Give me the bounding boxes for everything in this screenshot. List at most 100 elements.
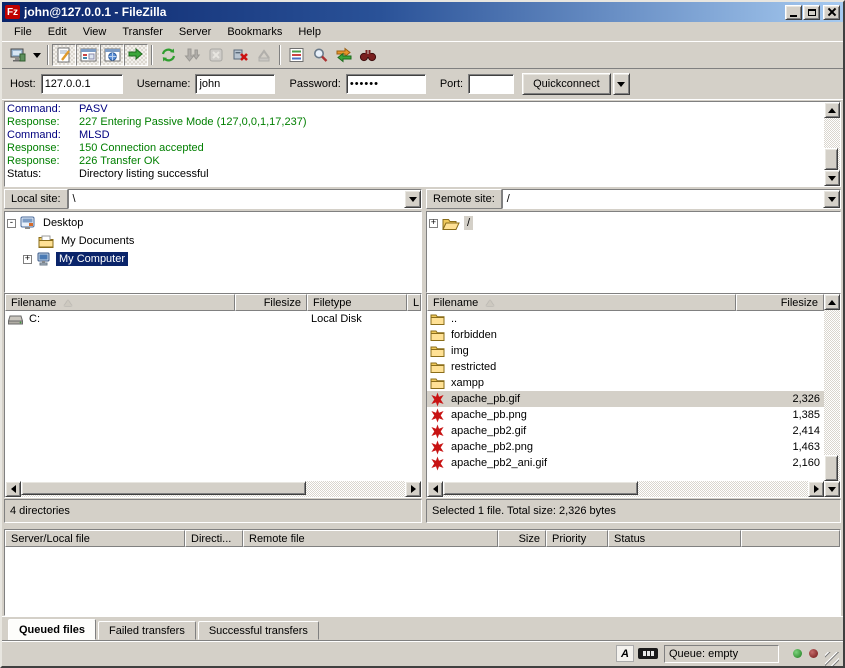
close-button[interactable]	[823, 5, 840, 20]
tab-failed-transfers[interactable]: Failed transfers	[98, 621, 196, 640]
password-input[interactable]	[346, 74, 426, 94]
site-manager-dropdown-button[interactable]	[30, 44, 44, 66]
menu-transfer[interactable]: Transfer	[114, 24, 171, 40]
queue-rows[interactable]	[5, 547, 840, 615]
folder-icon	[429, 377, 445, 389]
column-header-filetype[interactable]: Filetype	[307, 294, 407, 311]
file-row-selected[interactable]: apache_pb.gif 2,326	[427, 391, 824, 407]
speed-limit-indicator-icon[interactable]	[638, 648, 658, 659]
remote-vertical-scrollbar[interactable]	[824, 294, 840, 497]
titlebar[interactable]: Fz john@127.0.0.1 - FileZilla	[2, 2, 843, 22]
scroll-left-button[interactable]	[427, 481, 443, 497]
minimize-button[interactable]	[785, 5, 802, 20]
scroll-thumb[interactable]	[824, 455, 838, 481]
expand-icon[interactable]: +	[23, 255, 32, 264]
synchronized-browsing-button[interactable]	[332, 44, 356, 66]
scroll-thumb[interactable]	[443, 481, 638, 495]
menu-edit[interactable]: Edit	[40, 24, 75, 40]
scroll-thumb[interactable]	[824, 148, 838, 170]
remote-site-combo[interactable]: /	[502, 189, 841, 209]
file-row[interactable]: xampp	[427, 375, 824, 391]
remote-site-dropdown-button[interactable]	[823, 190, 840, 208]
quickconnect-dropdown-button[interactable]	[613, 73, 630, 95]
toggle-local-tree-button[interactable]	[76, 44, 100, 66]
maximize-button[interactable]	[803, 5, 820, 20]
port-input[interactable]	[468, 74, 514, 94]
local-tree[interactable]: - Desktop My Documents +	[4, 211, 422, 293]
file-name: xampp	[447, 377, 736, 389]
file-size: 2,326	[736, 393, 824, 405]
local-horizontal-scrollbar[interactable]	[5, 481, 421, 497]
file-row[interactable]: img	[427, 343, 824, 359]
expand-icon[interactable]: +	[429, 219, 438, 228]
menu-file[interactable]: File	[6, 24, 40, 40]
quickconnect-button[interactable]: Quickconnect	[522, 73, 611, 95]
cancel-icon	[208, 47, 224, 63]
directory-listing-filters-button[interactable]	[284, 44, 308, 66]
disconnect-button[interactable]	[228, 44, 252, 66]
file-row[interactable]: restricted	[427, 359, 824, 375]
file-search-button[interactable]	[308, 44, 332, 66]
column-header-remote-file[interactable]: Remote file	[243, 530, 498, 547]
menu-view[interactable]: View	[75, 24, 115, 40]
message-log-lines[interactable]: Command:PASV Response:227 Entering Passi…	[5, 102, 824, 186]
scroll-down-button[interactable]	[824, 481, 840, 497]
username-input[interactable]	[195, 74, 275, 94]
file-row[interactable]: apache_pb2_ani.gif 2,160	[427, 455, 824, 471]
scroll-right-button[interactable]	[808, 481, 824, 497]
scroll-thumb[interactable]	[21, 481, 306, 495]
file-row-c-drive[interactable]: C: Local Disk	[5, 311, 421, 327]
tab-successful-transfers[interactable]: Successful transfers	[198, 621, 319, 640]
host-input[interactable]	[41, 74, 123, 94]
remote-tree[interactable]: + /	[426, 211, 841, 293]
process-queue-button[interactable]	[180, 44, 204, 66]
column-header-status[interactable]: Status	[608, 530, 741, 547]
scroll-up-button[interactable]	[824, 294, 840, 310]
column-header-server-local-file[interactable]: Server/Local file	[5, 530, 185, 547]
tree-item-my-documents[interactable]: My Documents	[7, 232, 419, 250]
reconnect-button[interactable]	[252, 44, 276, 66]
local-site-dropdown-button[interactable]	[404, 190, 421, 208]
remote-file-rows[interactable]: .. forbidden img	[427, 311, 824, 481]
menu-server[interactable]: Server	[171, 24, 219, 40]
column-header-size[interactable]: Size	[498, 530, 546, 547]
toggle-remote-tree-button[interactable]	[100, 44, 124, 66]
menu-help[interactable]: Help	[290, 24, 329, 40]
tree-item-desktop[interactable]: - Desktop	[7, 214, 419, 232]
column-header-filesize[interactable]: Filesize	[736, 294, 824, 311]
scroll-left-button[interactable]	[5, 481, 21, 497]
cancel-operation-button[interactable]	[204, 44, 228, 66]
toggle-transfer-queue-button[interactable]	[124, 44, 148, 66]
scroll-right-button[interactable]	[405, 481, 421, 497]
column-header-empty[interactable]	[741, 530, 840, 547]
scroll-down-button[interactable]	[824, 170, 840, 186]
site-manager-button[interactable]	[6, 44, 30, 66]
file-row[interactable]: apache_pb2.png 1,463	[427, 439, 824, 455]
local-file-rows[interactable]: C: Local Disk	[5, 311, 421, 481]
tree-item-root[interactable]: + /	[429, 214, 838, 232]
file-row[interactable]: ..	[427, 311, 824, 327]
local-site-combo[interactable]: \	[68, 189, 422, 209]
file-row[interactable]: forbidden	[427, 327, 824, 343]
tree-item-my-computer[interactable]: + My Computer	[7, 250, 419, 268]
file-row[interactable]: apache_pb2.gif 2,414	[427, 423, 824, 439]
column-header-direction[interactable]: Directi...	[185, 530, 243, 547]
scroll-up-button[interactable]	[824, 102, 840, 118]
column-header-filename[interactable]: Filename	[427, 294, 736, 311]
column-header-filename[interactable]: Filename	[5, 294, 235, 311]
collapse-icon[interactable]: -	[7, 219, 16, 228]
data-type-indicator-icon[interactable]: A	[616, 645, 634, 662]
resize-grip[interactable]	[825, 652, 839, 666]
message-log: Command:PASV Response:227 Entering Passi…	[4, 101, 841, 187]
refresh-button[interactable]	[156, 44, 180, 66]
remote-horizontal-scrollbar[interactable]	[427, 481, 824, 497]
column-header-priority[interactable]: Priority	[546, 530, 608, 547]
file-row[interactable]: apache_pb.png 1,385	[427, 407, 824, 423]
tab-queued-files[interactable]: Queued files	[8, 619, 96, 640]
directory-comparison-button[interactable]	[356, 44, 380, 66]
log-vertical-scrollbar[interactable]	[824, 102, 840, 186]
toggle-message-log-button[interactable]	[52, 44, 76, 66]
column-header-filesize[interactable]: Filesize	[235, 294, 307, 311]
column-header-last-modified[interactable]: L	[407, 294, 421, 311]
menu-bookmarks[interactable]: Bookmarks	[219, 24, 290, 40]
